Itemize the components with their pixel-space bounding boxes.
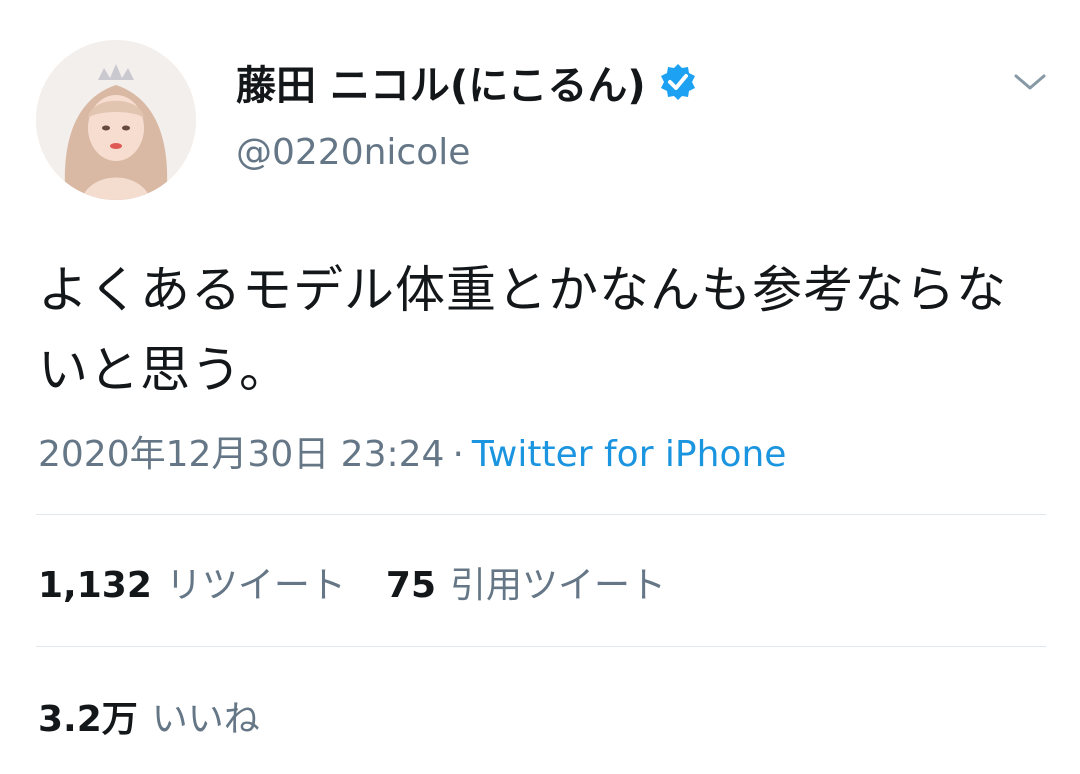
divider [36, 646, 1046, 647]
retweets-count: 1,132 [38, 565, 152, 606]
user-name-row[interactable]: 藤田 ニコル(にこるん) [236, 52, 698, 112]
tweet-meta: 2020年12月30日 23:24 · Twitter for iPhone [38, 425, 786, 477]
quotes-stat[interactable]: 75 引用ツイート [386, 556, 666, 608]
engagement-stats: 1,132 リツイート 75 引用ツイート [38, 556, 666, 608]
tweet-source-link[interactable]: Twitter for iPhone [472, 434, 787, 475]
retweets-label: リツイート [165, 565, 346, 606]
likes-count: 3.2万 [38, 699, 138, 740]
avatar-photo [36, 40, 196, 200]
display-name[interactable]: 藤田 ニコル(にこるん) [236, 53, 646, 111]
tweet-detail: 藤田 ニコル(にこるん) @0220nicole よくあるモデル体重とかなんも参… [0, 0, 1080, 774]
quotes-count: 75 [385, 565, 436, 606]
verified-badge-icon [658, 62, 698, 102]
user-handle[interactable]: @0220nicole [236, 132, 470, 173]
quotes-label: 引用ツイート [450, 565, 667, 606]
meta-separator: · [452, 434, 464, 475]
tweet-timestamp[interactable]: 2020年12月30日 23:24 [38, 434, 444, 475]
tweet-text: よくあるモデル体重とかなんも参考ならないと思う。 [38, 261, 1007, 399]
likes-label: いいね [151, 699, 260, 740]
divider [36, 514, 1046, 515]
retweets-stat[interactable]: 1,132 リツイート [38, 556, 346, 608]
likes-stat[interactable]: 3.2万 いいね [38, 690, 260, 742]
avatar[interactable] [36, 40, 196, 200]
chevron-down-icon[interactable] [1008, 62, 1052, 102]
